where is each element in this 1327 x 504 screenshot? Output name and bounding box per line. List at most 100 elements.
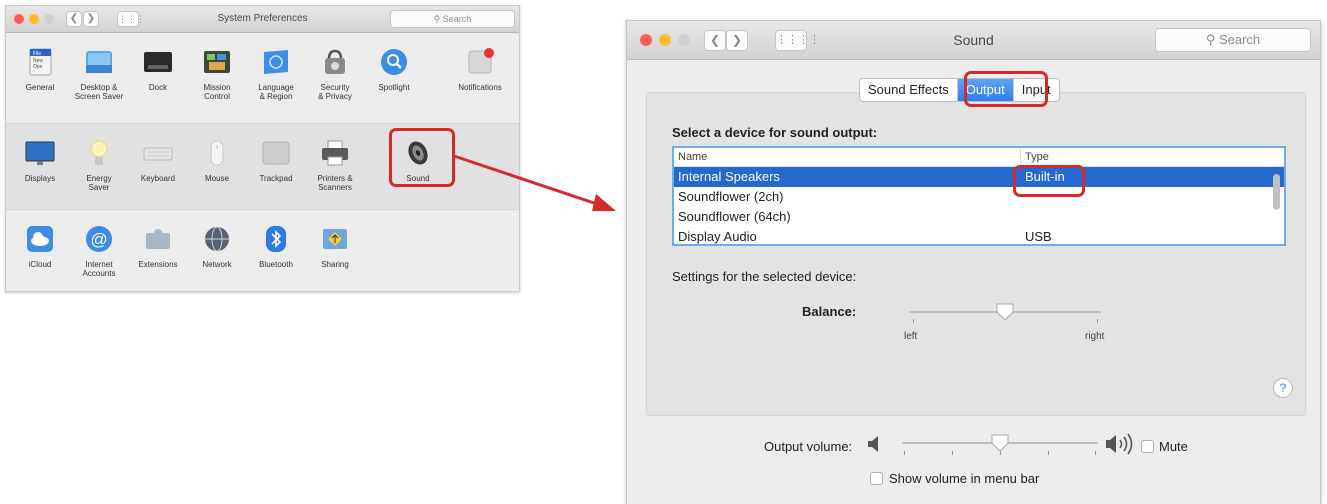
pref-label: Dock [148,83,168,92]
pref-dock[interactable]: Dock [130,47,186,92]
balance-slider[interactable] [909,297,1101,327]
pref-label-line2: Saver [88,183,110,192]
pref-language-region[interactable]: Language & Region [248,47,304,101]
pref-spotlight[interactable]: Spotlight [366,47,422,92]
mouse-icon [202,138,232,168]
pref-label-line2: Control [204,92,230,101]
sound-titlebar: ❮ ❯ ⋮⋮⋮⋮ Sound ⚲ Search [627,21,1320,60]
search-field[interactable]: ⚲ Search [1155,28,1311,52]
balance-tick-right [1097,319,1098,323]
device-name: Display Audio [678,229,757,244]
pref-sharing[interactable]: Sharing [307,224,363,269]
settings-heading: Settings for the selected device: [672,269,857,284]
pref-label: Desktop & [80,83,118,92]
balance-thumb[interactable] [996,303,1014,321]
show-volume-label: Show volume in menu bar [889,471,1040,486]
tab-sound-effects[interactable]: Sound Effects [860,79,958,101]
device-list-header: Name Type [674,148,1284,167]
mission-control-icon [202,47,232,77]
displays-icon [25,138,55,168]
mute-checkbox[interactable] [1141,440,1154,453]
pref-label: Displays [24,174,56,183]
pref-general[interactable]: File New Ope General [12,47,68,92]
system-preferences-titlebar: ❮ ❯ ⋮⋮⋮ System Preferences ⚲ Search [6,6,519,33]
puzzle-piece-icon [143,224,173,254]
pref-mouse[interactable]: Mouse [189,138,245,183]
device-list[interactable]: Name Type Internal Speakers Built-in Sou… [672,146,1286,246]
volume-low-icon [868,436,878,452]
sharing-icon [320,224,350,254]
printer-icon [320,138,350,168]
pref-displays[interactable]: Displays [12,138,68,183]
pref-label: Keyboard [140,174,176,183]
pref-desktop-screen-saver[interactable]: Desktop & Screen Saver [71,47,127,101]
device-row-soundflower-64ch[interactable]: Soundflower (64ch) [674,207,1284,227]
device-name: Soundflower (2ch) [678,189,784,204]
output-tab-highlight [964,71,1048,107]
desktop-screen-saver-icon [84,47,114,77]
search-field[interactable]: ⚲ Search [390,10,515,28]
security-privacy-icon [320,47,350,77]
device-row-internal-speakers[interactable]: Internal Speakers Built-in [674,167,1284,187]
pref-energy-saver[interactable]: Energy Saver [71,138,127,192]
pref-label: Spotlight [378,83,410,92]
pref-security-privacy[interactable]: Security & Privacy [307,47,363,101]
pref-bluetooth[interactable]: Bluetooth [248,224,304,269]
device-name: Internal Speakers [678,169,780,184]
search-placeholder: Search [1218,32,1261,47]
pref-trackpad[interactable]: Trackpad [248,138,304,183]
volume-tick [952,451,953,455]
built-in-highlight [1013,165,1085,197]
pref-label: Printers & [317,174,353,183]
preferences-row-internet: iCloud @ Internet Accounts Extensions Net… [6,210,519,291]
arrow-icon [453,154,616,211]
pref-label-line2: Accounts [82,269,116,278]
dock-icon [143,47,173,77]
pref-label: Trackpad [259,174,293,183]
pref-label: Sharing [321,260,349,269]
search-icon: ⚲ [433,14,441,24]
general-icon: File New Ope [25,47,55,77]
device-row-display-audio[interactable]: Display Audio USB [674,227,1284,244]
pref-label-line2: Scanners [318,183,352,192]
pref-icloud[interactable]: iCloud [12,224,68,269]
volume-thumb[interactable] [991,434,1009,452]
pref-network[interactable]: Network [189,224,245,269]
pref-notifications[interactable]: Notifications [452,47,508,92]
notifications-icon [465,47,495,77]
column-name[interactable]: Name [678,151,707,163]
spotlight-icon [379,47,409,77]
pref-mission-control[interactable]: Mission Control [189,47,245,101]
show-volume-checkbox[interactable] [870,472,883,485]
pref-extensions[interactable]: Extensions [130,224,186,269]
device-list-heading: Select a device for sound output: [672,125,878,140]
trackpad-icon [261,138,291,168]
pref-label: Energy [86,174,112,183]
column-divider [1020,148,1021,166]
balance-tick-left [913,319,914,323]
balance-right-label: right [1085,331,1105,342]
pref-label: iCloud [28,260,52,269]
pref-label: General [25,83,55,92]
volume-tick [1095,451,1096,455]
device-type: USB [1025,229,1052,244]
search-icon: ⚲ [1205,32,1216,47]
device-name: Soundflower (64ch) [678,209,791,224]
column-type[interactable]: Type [1025,151,1049,163]
search-placeholder: Search [442,14,472,24]
keyboard-icon [143,138,173,168]
pref-printers-scanners[interactable]: Printers & Scanners [307,138,363,192]
volume-tick [1048,451,1049,455]
pref-label: Bluetooth [259,260,293,269]
at-sign-icon: @ [84,224,114,254]
pref-keyboard[interactable]: Keyboard [130,138,186,183]
pref-internet-accounts[interactable]: @ Internet Accounts [71,224,127,278]
icloud-icon [25,224,55,254]
list-scrollbar[interactable] [1273,174,1280,210]
help-button[interactable]: ? [1273,378,1293,398]
sound-highlight [389,128,455,187]
globe-icon [202,224,232,254]
balance-left-label: left [904,331,918,342]
volume-slider[interactable] [902,427,1098,457]
device-row-soundflower-2ch[interactable]: Soundflower (2ch) [674,187,1284,207]
